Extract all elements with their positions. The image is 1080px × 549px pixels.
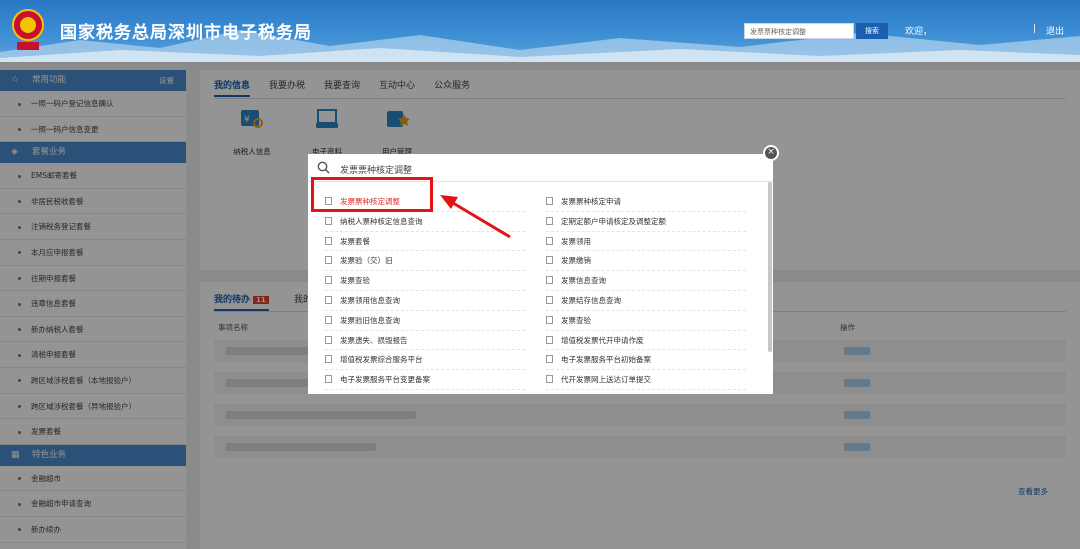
red-arrow-icon xyxy=(440,195,511,239)
